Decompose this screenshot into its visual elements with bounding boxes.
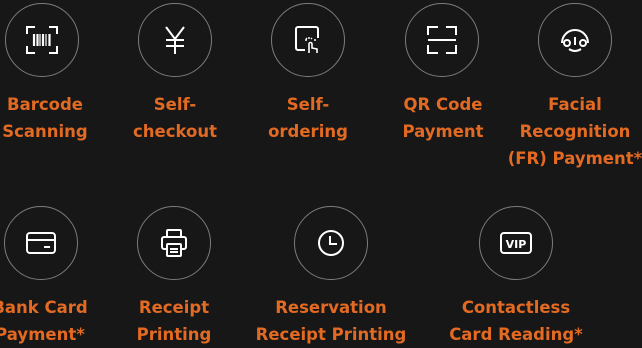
yen-icon — [138, 3, 212, 77]
vip-card-icon: VIP — [479, 206, 553, 280]
feature-label: Reservation Receipt Printing — [255, 298, 407, 344]
feature-label: Self-checkout — [133, 95, 217, 141]
barcode-icon — [5, 3, 79, 77]
bank-card-icon — [4, 206, 78, 280]
face-icon — [538, 3, 612, 77]
clock-icon — [294, 206, 368, 280]
feature-label: Barcode Scanning — [2, 95, 88, 141]
feature-label: Contactless Card Reading* — [449, 298, 583, 344]
feature-label: Receipt Printing — [136, 298, 212, 344]
svg-text:VIP: VIP — [506, 238, 527, 251]
printer-icon — [137, 206, 211, 280]
qr-scan-icon — [405, 3, 479, 77]
feature-label: Facial Recognition (FR) Payment* — [507, 95, 642, 168]
touch-screen-icon — [271, 3, 345, 77]
feature-label: QR Code Payment — [402, 95, 484, 141]
feature-label: Bank Card Payment* — [0, 298, 88, 344]
feature-label: Self-ordering — [268, 95, 348, 141]
